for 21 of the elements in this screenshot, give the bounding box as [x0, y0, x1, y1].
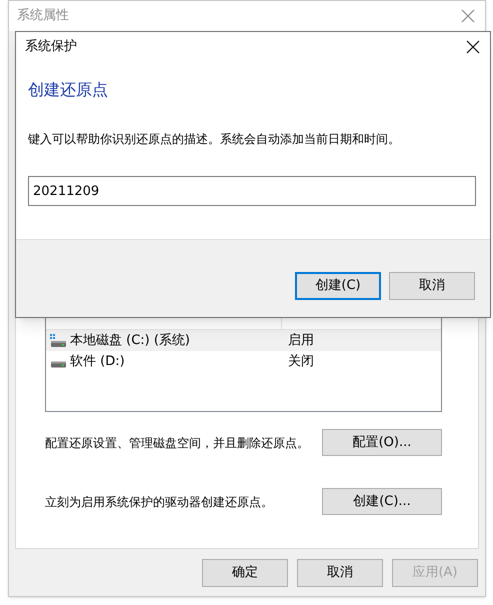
protection-status: 关闭: [287, 352, 314, 371]
dialog-description: 键入可以帮助你识别还原点的描述。系统会自动添加当前日期和时间。: [28, 131, 401, 148]
description-field[interactable]: 20211209: [28, 176, 476, 206]
system-drive-icon: [50, 334, 66, 348]
action-button[interactable]: 创建(C)...: [322, 488, 442, 515]
dialog-button[interactable]: 确定: [202, 559, 288, 587]
protection-status: 启用: [287, 332, 314, 350]
action-description: 配置还原设置、管理磁盘空间，并且删除还原点。: [45, 434, 309, 452]
dialog-title: 系统保护: [25, 38, 77, 56]
window-title: 系统属性: [17, 7, 69, 26]
action-description: 立刻为启用系统保护的驱动器创建还原点。: [45, 494, 273, 510]
close-icon[interactable]: [466, 40, 480, 54]
dialog-heading: 创建还原点: [28, 79, 109, 101]
drive-row[interactable]: 本地磁盘 (C:) (系统) 启用: [46, 330, 441, 351]
dialog-button[interactable]: 创建(C): [295, 272, 381, 300]
drive-icon: [50, 361, 66, 368]
drive-name: 本地磁盘 (C:) (系统): [70, 332, 190, 350]
action-button[interactable]: 配置(O)...: [322, 429, 442, 456]
dialog-button[interactable]: 取消: [297, 559, 383, 587]
drive-name: 软件 (D:): [70, 352, 125, 371]
dialog-button[interactable]: 取消: [389, 272, 475, 300]
